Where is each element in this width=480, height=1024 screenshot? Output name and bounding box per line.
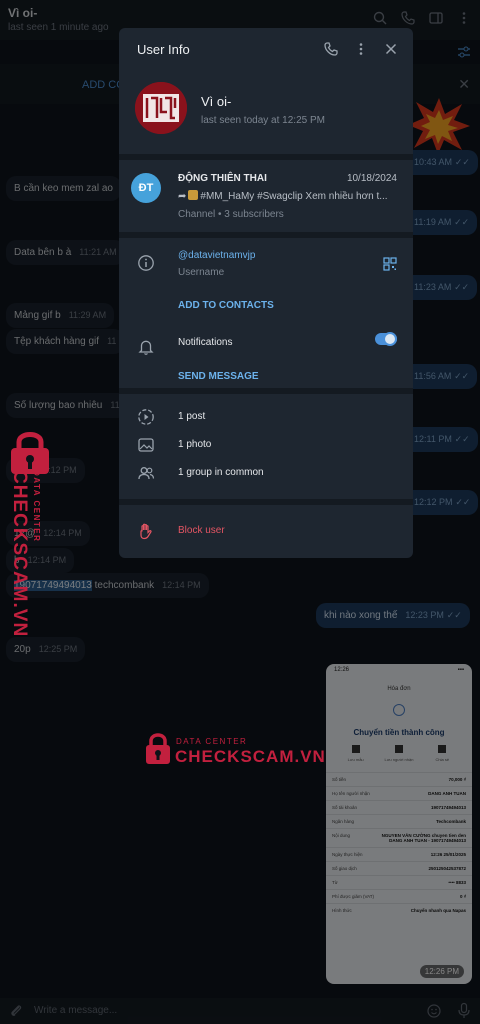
channel-name: ĐỘNG THIÊN THAI [178,173,267,184]
block-user-button[interactable]: Block user [178,525,225,536]
hand-stop-icon [140,523,152,540]
media-posts[interactable]: 1 post [178,411,205,422]
forward-icon: ➦ [178,191,187,202]
toggle-knob [383,332,397,346]
user-name: Vì oi- [201,94,232,109]
lock-logo-icon [146,733,170,764]
user-last-seen: last seen today at 12:25 PM [201,115,325,126]
watermark-brand: CHECKSCAM.VN [9,470,30,638]
username-label: Username [178,267,225,278]
post-icon [138,409,154,425]
profile-section: Vì oi- last seen today at 12:25 PM [119,70,413,154]
close-icon[interactable] [383,41,399,57]
username-value[interactable]: @datavietnamvjp [178,250,255,261]
shared-media-section: 1 post 1 photo 1 group in common [119,394,413,499]
watermark-tag: DATA CENTER [32,470,41,543]
panel-title: User Info [137,41,190,57]
more-icon[interactable] [353,41,369,57]
channel-preview: ➦ #MM_HaMy #Swagclip Xem nhiều hơn t... [178,190,398,202]
personal-channel[interactable]: ĐT ĐỘNG THIÊN THAI 10/18/2024 ➦ #MM_HaMy … [119,160,413,232]
media-groups-in-common[interactable]: 1 group in common [178,467,264,478]
info-section: @datavietnamvjp Username ADD TO CONTACTS… [119,238,413,388]
channel-date: 10/18/2024 [346,173,397,184]
send-message-button[interactable]: SEND MESSAGE [178,371,259,382]
channel-meta: Channel • 3 subscribers [178,209,284,220]
watermark-tag: DATA CENTER [176,737,248,746]
avatar[interactable] [135,82,187,134]
media-photos[interactable]: 1 photo [178,439,211,450]
user-info-panel: User Info Vì oi- last seen today at 12:2… [119,28,413,558]
panel-header: User Info [119,28,413,70]
group-icon [138,467,155,480]
phone-icon[interactable] [323,41,339,57]
add-to-contacts-button[interactable]: ADD TO CONTACTS [178,300,274,311]
bell-icon [138,340,154,355]
watermark-brand: CHECKSCAM.VN [175,747,326,766]
notifications-toggle[interactable] [375,332,397,346]
block-user-row[interactable]: Block user [119,505,413,555]
sticker-icon [188,190,199,200]
avatar-image [135,82,187,134]
watermark-vertical: DATA CENTER CHECKSCAM.VN [4,430,52,637]
photo-icon [138,438,154,452]
channel-preview-text: #MM_HaMy #Swagclip Xem nhiều hơn t... [200,191,388,202]
notifications-label: Notifications [178,337,233,348]
qr-code-icon[interactable] [383,257,397,271]
channel-avatar: ĐT [131,173,161,203]
info-icon [138,255,154,271]
